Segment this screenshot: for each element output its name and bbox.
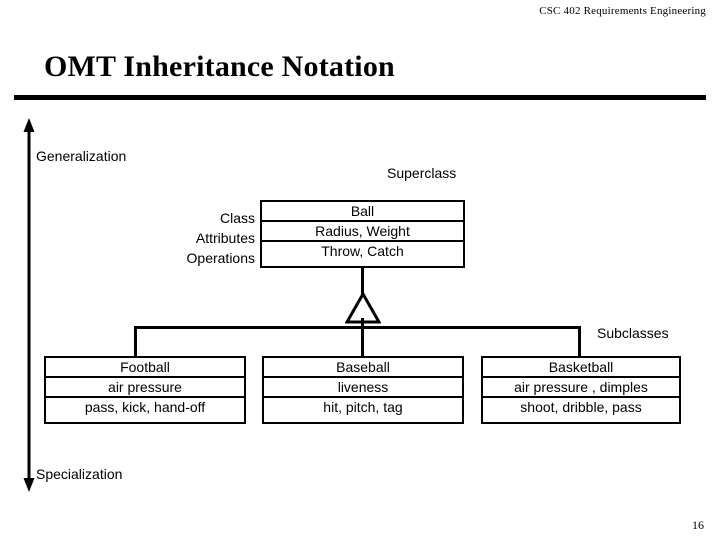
class-box-baseball[interactable]: Baseball liveness hit, pitch, tag <box>262 356 464 424</box>
class-attributes-baseball: liveness <box>264 378 462 398</box>
page-title: OMT Inheritance Notation <box>44 50 395 83</box>
generalization-label: Generalization <box>36 148 127 164</box>
compartment-label-class: Class <box>219 210 255 226</box>
connector-drop-football <box>134 326 137 356</box>
specialization-label: Specialization <box>36 466 123 482</box>
class-attributes-football: air pressure <box>46 378 244 398</box>
connector-triangle-stem <box>361 318 364 356</box>
compartment-labels: Class Attributes Operations <box>150 208 255 268</box>
class-name-basketball: Basketball <box>483 358 679 378</box>
connector-drop-basketball <box>578 326 581 356</box>
class-operations-football: pass, kick, hand-off <box>84 399 206 415</box>
page-number: 16 <box>692 518 704 532</box>
class-operations-basketball: shoot, dribble, pass <box>520 399 642 415</box>
class-box-ball[interactable]: Ball Radius, Weight Throw, Catch <box>260 200 465 268</box>
class-operations-ball: Throw, Catch <box>321 243 404 259</box>
compartment-label-operations: Operations <box>186 250 255 266</box>
class-attributes-ball: Radius, Weight <box>262 222 463 242</box>
compartment-label-attributes: Attributes <box>195 230 255 246</box>
course-header: CSC 402 Requirements Engineering <box>539 5 706 17</box>
generalization-specialization-arrow-icon <box>23 118 35 492</box>
class-name-football: Football <box>46 358 244 378</box>
subclasses-label: Subclasses <box>597 325 669 341</box>
connector-subclass-bus <box>134 326 581 329</box>
superclass-label: Superclass <box>387 165 457 181</box>
class-attributes-basketball: air pressure , dimples <box>483 378 679 398</box>
class-name-baseball: Baseball <box>264 358 462 378</box>
slide-canvas: CSC 402 Requirements Engineering OMT Inh… <box>0 0 720 540</box>
title-divider <box>14 95 706 100</box>
class-box-basketball[interactable]: Basketball air pressure , dimples shoot,… <box>481 356 681 424</box>
class-box-football[interactable]: Football air pressure pass, kick, hand-o… <box>44 356 246 424</box>
class-operations-baseball: hit, pitch, tag <box>323 399 403 415</box>
class-name-ball: Ball <box>262 202 463 222</box>
